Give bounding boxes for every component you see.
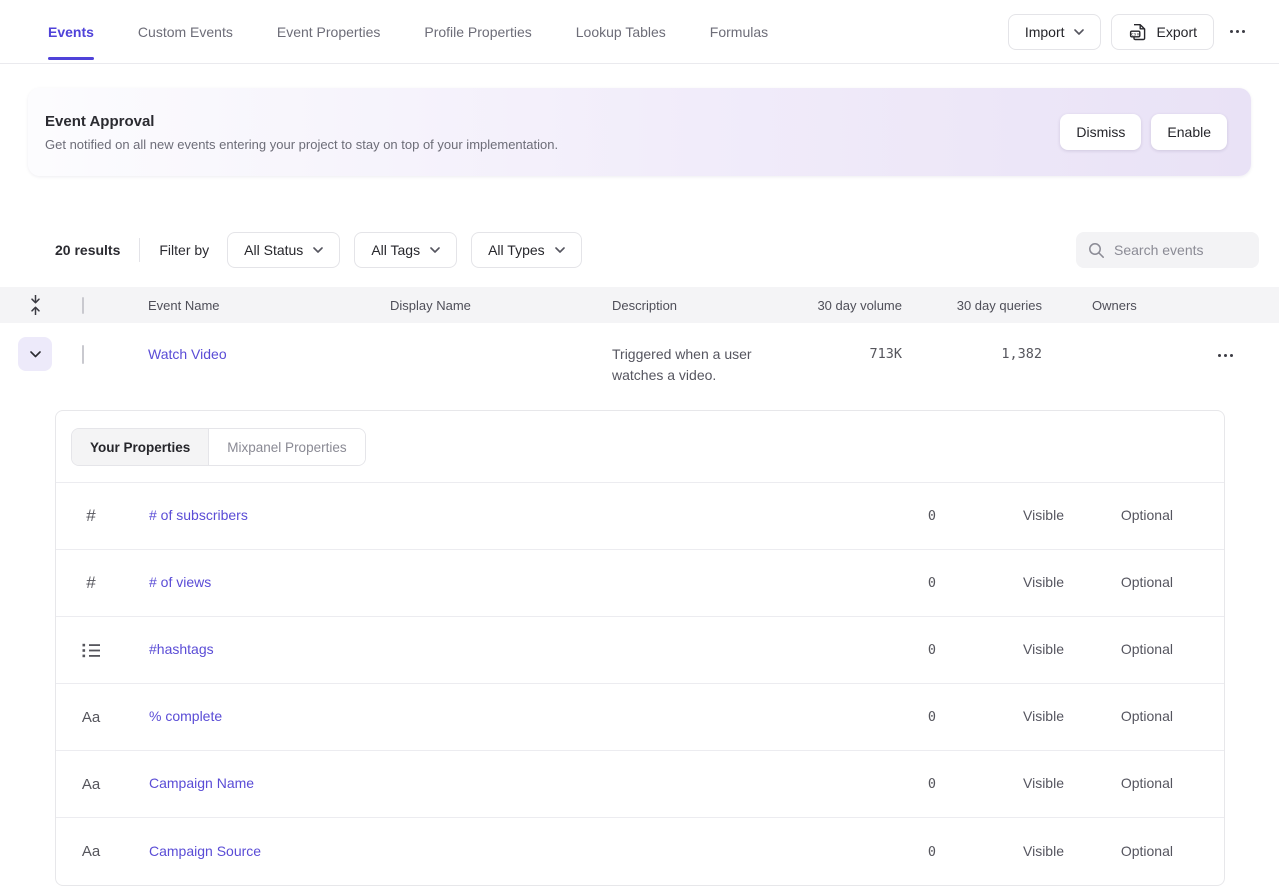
property-visibility: Visible [1023, 641, 1064, 657]
header-event-name: Event Name [130, 298, 390, 313]
event-approval-banner: Event Approval Get notified on all new e… [28, 88, 1251, 176]
chevron-down-icon [30, 351, 41, 358]
properties-tab-group: Your Properties Mixpanel Properties [71, 428, 366, 466]
status-filter-label: All Status [244, 242, 303, 258]
header-description: Description [612, 298, 802, 313]
event-row-watch-video: Watch Video Triggered when a user watche… [0, 323, 1279, 410]
tab-your-properties[interactable]: Your Properties [72, 429, 209, 465]
top-navigation: Events Custom Events Event Properties Pr… [0, 0, 1279, 64]
header-owners: Owners [1042, 298, 1212, 313]
list-type-icon [82, 643, 101, 658]
header-30-day-volume: 30 day volume [802, 298, 902, 313]
row-checkbox[interactable] [82, 345, 84, 364]
property-volume: 0 [928, 844, 936, 860]
tags-filter-label: All Tags [371, 242, 420, 258]
tab-custom-events[interactable]: Custom Events [138, 0, 233, 63]
banner-text: Event Approval Get notified on all new e… [45, 113, 1060, 152]
property-requirement: Optional [1121, 507, 1173, 523]
property-name-link[interactable]: # of views [149, 574, 211, 590]
property-requirement: Optional [1121, 641, 1173, 657]
search-events-input[interactable] [1114, 242, 1247, 258]
property-requirement: Optional [1121, 775, 1173, 791]
property-volume: 0 [928, 776, 936, 792]
banner-description: Get notified on all new events entering … [45, 137, 1060, 152]
event-properties-panel: Your Properties Mixpanel Properties # # … [55, 410, 1225, 886]
event-name-link[interactable]: Watch Video [148, 337, 227, 371]
property-volume: 0 [928, 508, 936, 524]
event-queries: 1,382 [1001, 346, 1042, 362]
select-all-checkbox[interactable] [82, 297, 84, 314]
property-requirement: Optional [1121, 574, 1173, 590]
tab-event-properties[interactable]: Event Properties [277, 0, 381, 63]
results-count: 20 results [55, 242, 120, 258]
tab-mixpanel-properties[interactable]: Mixpanel Properties [209, 429, 364, 465]
property-visibility: Visible [1023, 775, 1064, 791]
property-visibility: Visible [1023, 574, 1064, 590]
export-button-label: Export [1157, 24, 1197, 40]
chevron-down-icon [313, 247, 323, 253]
nav-tab-list: Events Custom Events Event Properties Pr… [48, 0, 1008, 63]
property-visibility: Visible [1023, 843, 1064, 859]
property-volume: 0 [928, 575, 936, 591]
csv-file-icon: csv [1128, 22, 1148, 42]
status-filter-dropdown[interactable]: All Status [227, 232, 340, 268]
svg-text:csv: csv [1131, 32, 1140, 37]
chevron-down-icon [430, 247, 440, 253]
tab-profile-properties[interactable]: Profile Properties [424, 0, 531, 63]
text-type-icon: Aa [82, 709, 100, 726]
import-button[interactable]: Import [1008, 14, 1101, 50]
tab-formulas[interactable]: Formulas [710, 0, 768, 63]
types-filter-dropdown[interactable]: All Types [471, 232, 582, 268]
divider [139, 238, 140, 262]
banner-title: Event Approval [45, 113, 1060, 130]
property-visibility: Visible [1023, 507, 1064, 523]
number-type-icon: # [86, 506, 95, 526]
property-volume: 0 [928, 709, 936, 725]
event-description: Triggered when a user watches a video. [612, 344, 777, 386]
collapse-all-icon[interactable] [29, 294, 42, 316]
banner-actions: Dismiss Enable [1060, 114, 1227, 150]
property-name-link[interactable]: % complete [149, 708, 222, 724]
search-icon [1088, 242, 1105, 259]
types-filter-label: All Types [488, 242, 545, 258]
event-volume: 713K [869, 346, 902, 362]
dismiss-button[interactable]: Dismiss [1060, 114, 1141, 150]
property-name-link[interactable]: # of subscribers [149, 507, 248, 523]
number-type-icon: # [86, 573, 95, 593]
import-button-label: Import [1025, 24, 1065, 40]
filter-by-label: Filter by [159, 242, 209, 258]
property-row: Aa % complete 0 Visible Optional [56, 684, 1224, 751]
events-table-header: Event Name Display Name Description 30 d… [0, 287, 1279, 323]
overflow-menu-icon[interactable] [1224, 22, 1251, 41]
property-volume: 0 [928, 642, 936, 658]
tab-lookup-tables[interactable]: Lookup Tables [576, 0, 666, 63]
property-row: #hashtags 0 Visible Optional [56, 617, 1224, 684]
chevron-down-icon [1074, 29, 1084, 35]
header-30-day-queries: 30 day queries [902, 298, 1042, 313]
text-type-icon: Aa [82, 843, 100, 860]
property-requirement: Optional [1121, 708, 1173, 724]
collapse-row-button[interactable] [18, 337, 52, 371]
tags-filter-dropdown[interactable]: All Tags [354, 232, 457, 268]
nav-actions: Import csv Export [1008, 14, 1251, 50]
property-row: Aa Campaign Source 0 Visible Optional [56, 818, 1224, 885]
header-display-name: Display Name [390, 298, 612, 313]
property-visibility: Visible [1023, 708, 1064, 724]
property-name-link[interactable]: Campaign Source [149, 843, 261, 859]
property-requirement: Optional [1121, 843, 1173, 859]
property-row: # # of views 0 Visible Optional [56, 550, 1224, 617]
text-type-icon: Aa [82, 776, 100, 793]
properties-tabs-bar: Your Properties Mixpanel Properties [56, 411, 1224, 483]
property-row: Aa Campaign Name 0 Visible Optional [56, 751, 1224, 818]
tab-events[interactable]: Events [48, 0, 94, 63]
property-name-link[interactable]: Campaign Name [149, 775, 254, 791]
row-overflow-menu-icon[interactable] [1212, 346, 1239, 365]
search-events-box[interactable] [1076, 232, 1259, 268]
filter-bar: 20 results Filter by All Status All Tags… [0, 232, 1279, 268]
chevron-down-icon [555, 247, 565, 253]
property-row: # # of subscribers 0 Visible Optional [56, 483, 1224, 550]
enable-button[interactable]: Enable [1151, 114, 1227, 150]
property-name-link[interactable]: #hashtags [149, 641, 214, 657]
export-button[interactable]: csv Export [1111, 14, 1214, 50]
